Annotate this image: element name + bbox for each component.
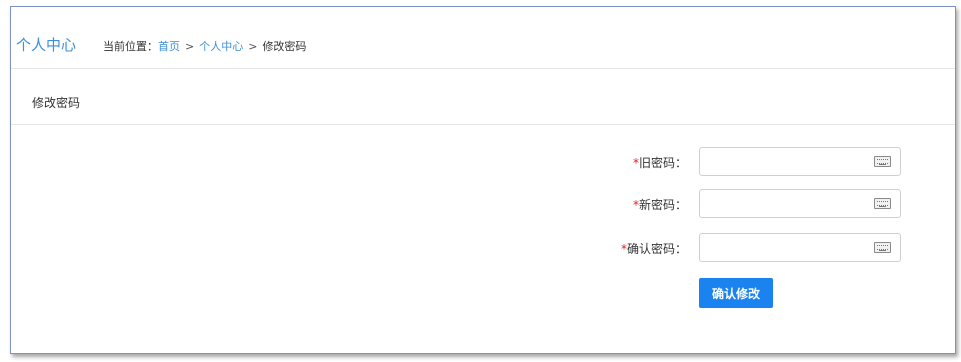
confirm-change-button[interactable]: 确认修改 [699,278,773,308]
new-password-label: *新密码： [633,196,687,213]
keyboard-icon[interactable] [874,242,891,253]
keyboard-icon[interactable] [874,156,891,167]
breadcrumb-home-link[interactable]: 首页 [158,38,180,54]
keyboard-icon[interactable] [874,198,891,209]
confirm-password-row: *确认密码： [11,233,955,263]
section-title: 修改密码 [32,96,81,110]
breadcrumb-personal-center-link[interactable]: 个人中心 [199,38,243,54]
module-title: 个人中心 [16,36,77,54]
breadcrumb-current: 修改密码 [262,40,307,53]
old-password-input[interactable] [700,148,870,175]
breadcrumb-separator: > [248,39,258,53]
old-password-row: *旧密码： [11,147,955,177]
top-bar: 个人中心 当前位置： 首页 > 个人中心 > 修改密码 [11,7,955,69]
old-password-field[interactable] [699,147,901,176]
new-password-input[interactable] [700,190,870,217]
breadcrumb: 当前位置： 首页 > 个人中心 > 修改密码 [103,38,306,54]
new-password-field[interactable] [699,189,901,218]
new-password-row: *新密码： [11,189,955,219]
old-password-label: *旧密码： [633,154,687,171]
section-header: 修改密码 [11,69,955,125]
confirm-password-field[interactable] [699,233,901,262]
confirm-password-label-text: 确认密码： [626,242,687,256]
breadcrumb-prefix: 当前位置： [103,40,158,53]
old-password-label-text: 旧密码： [638,156,687,170]
new-password-label-text: 新密码： [638,198,687,212]
confirm-password-label: *确认密码： [621,240,687,257]
breadcrumb-separator: > [185,39,195,53]
page-frame: 个人中心 当前位置： 首页 > 个人中心 > 修改密码 修改密码 *旧密码： *… [10,6,956,354]
confirm-password-input[interactable] [700,234,870,261]
